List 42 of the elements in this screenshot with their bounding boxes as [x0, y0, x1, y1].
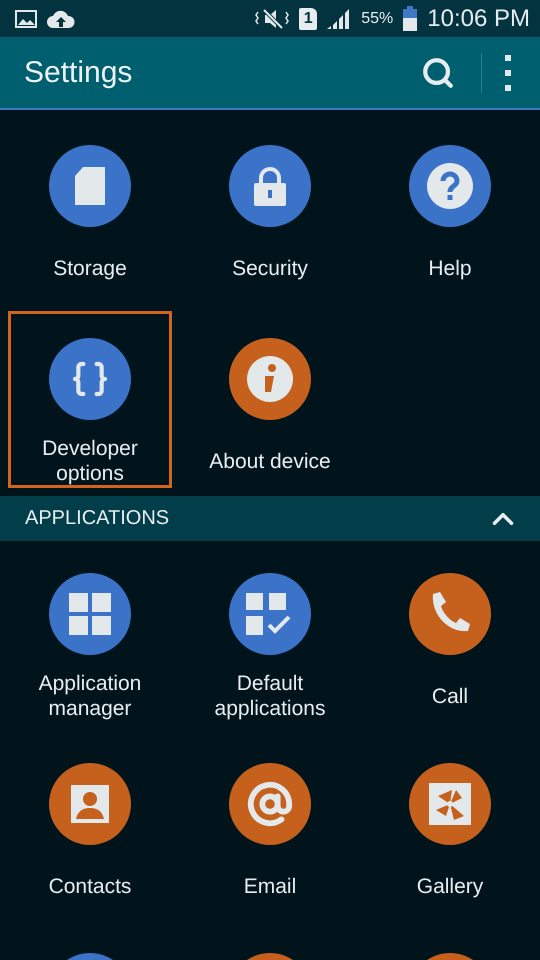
tile-label: Email — [244, 874, 296, 900]
tile-label: Developer options — [41, 436, 139, 487]
settings-tile[interactable]: About device — [180, 303, 360, 496]
battery-icon — [403, 6, 418, 31]
tile-label: Default applications — [214, 671, 326, 722]
section-header[interactable]: APPLICATIONS — [0, 496, 540, 541]
braces-icon — [70, 359, 110, 399]
settings-tile[interactable]: Gallery — [360, 731, 540, 921]
more-options-icon — [504, 54, 512, 90]
screen-title: Settings — [24, 56, 134, 90]
tile-label: Gallery — [416, 874, 484, 900]
tile-label: About device — [209, 448, 331, 474]
sim-card-icon: 1 — [299, 8, 318, 30]
tile-label: Storage — [53, 256, 127, 282]
settings-tile[interactable]: Storage — [0, 110, 180, 303]
settings-tile[interactable]: Call — [360, 541, 540, 731]
settings-tile[interactable]: Security — [180, 110, 360, 303]
help-icon — [427, 163, 473, 209]
battery-percent: 55% — [361, 10, 394, 28]
tile-label: Contacts — [48, 874, 132, 900]
tile-label: Call — [432, 684, 468, 710]
grid-icon — [69, 593, 111, 635]
clock-time: 10:06 PM — [427, 4, 530, 32]
at-sign-icon — [247, 781, 293, 827]
settings-tile[interactable]: Help — [360, 110, 540, 303]
gallery-flower-icon — [429, 783, 471, 825]
settings-tile[interactable]: Application manager — [0, 541, 180, 731]
signal-icon — [327, 8, 352, 28]
tile-label: Application manager — [38, 671, 142, 722]
picture-icon — [15, 10, 37, 28]
tile-label: Help — [428, 256, 472, 282]
contact-card-icon — [71, 785, 109, 823]
settings-tile[interactable]: Email — [180, 731, 360, 921]
mute-vibrate-icon — [255, 8, 290, 30]
sd-card-icon — [75, 167, 105, 205]
cloud-upload-icon — [47, 10, 75, 28]
settings-tile[interactable]: Developer options — [0, 303, 180, 496]
settings-tile[interactable]: Contacts — [0, 731, 180, 921]
settings-tile[interactable]: Default applications — [180, 541, 360, 731]
lock-icon — [254, 166, 286, 206]
tile-label: Security — [232, 256, 308, 282]
info-icon — [247, 356, 293, 402]
